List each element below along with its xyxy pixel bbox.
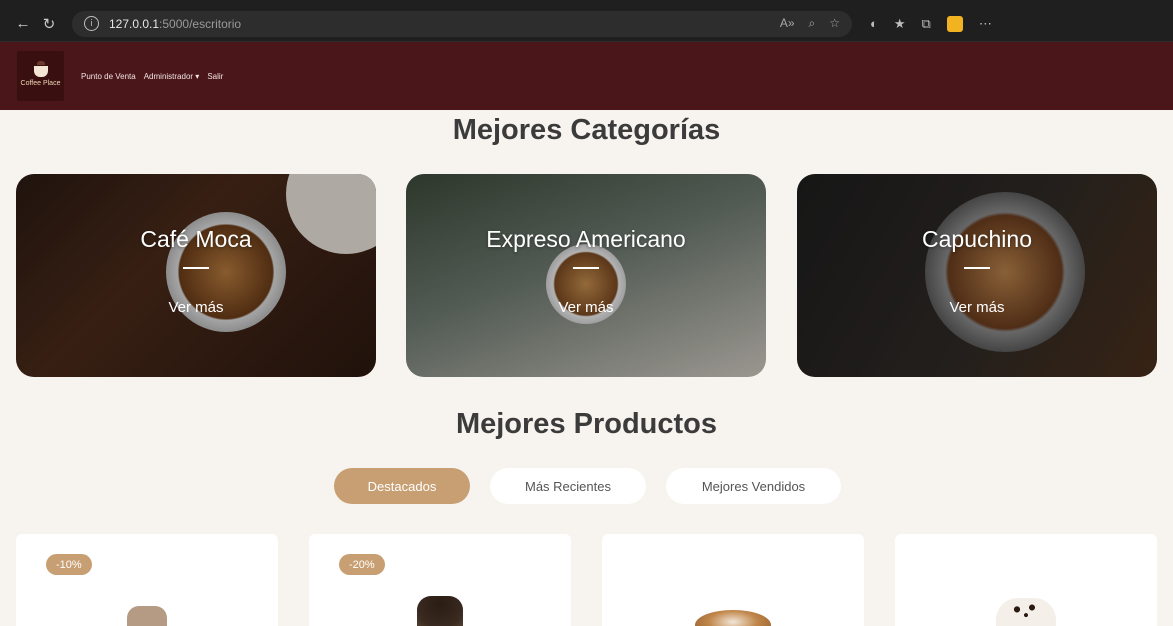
product-image [417,596,463,626]
more-options-icon[interactable]: ⋯ [979,16,992,32]
collections-icon[interactable]: ⧉ [922,16,931,32]
address-bar[interactable]: i 127.0.0.1:5000/escritorio A» ⌕ ☆ [72,10,852,37]
product-image [127,606,167,626]
read-aloud-icon[interactable]: A» [780,16,795,31]
browser-toolbar: ← ↻ i 127.0.0.1:5000/escritorio A» ⌕ ☆ ◐… [0,0,1173,42]
product-card[interactable] [895,534,1157,626]
brand-logo[interactable]: Coffee Place [17,51,64,101]
category-card-cafe-moca[interactable]: Café Moca Ver más [16,174,376,377]
category-card-capuchino[interactable]: Capuchino Ver más [797,174,1157,377]
category-name: Capuchino [922,226,1032,252]
browser-extension-icon[interactable]: ◐ [870,16,878,31]
category-ver-mas-link[interactable]: Ver más [949,299,1004,316]
zoom-icon[interactable]: ⌕ [809,16,816,31]
nav-link-punto-de-venta[interactable]: Punto de Venta [81,72,136,81]
product-card[interactable]: -10% [16,534,278,626]
categories-title: Mejores Categorías [452,114,721,146]
category-divider [573,267,599,269]
discount-badge: -10% [46,554,92,575]
site-info-icon[interactable]: i [84,16,99,31]
filter-tab-mas-recientes[interactable]: Más Recientes [490,468,646,504]
product-image [996,598,1056,626]
products-title: Mejores Productos [455,408,718,440]
discount-badge: -20% [339,554,385,575]
filter-tab-mejores-vendidos[interactable]: Mejores Vendidos [666,468,841,504]
coffee-cup-icon [33,60,48,77]
extension-badge-icon[interactable] [946,15,963,32]
categories-grid: Café Moca Ver más Expreso Americano Ver … [16,174,1158,377]
category-card-expreso-americano[interactable]: Expreso Americano Ver más [406,174,766,377]
logo-text: Coffee Place [20,79,61,87]
product-filter-tabs: Destacados Más Recientes Mejores Vendido… [0,468,1173,504]
app-navbar: Coffee Place Punto de Venta Administrado… [0,42,1173,110]
category-ver-mas-link[interactable]: Ver más [168,299,223,316]
nav-link-salir[interactable]: Salir [207,72,223,81]
category-name: Expreso Americano [486,226,686,252]
filter-tab-destacados[interactable]: Destacados [334,468,470,504]
favorite-star-icon[interactable]: ☆ [829,16,840,31]
products-grid: -10% -20% [16,534,1158,626]
category-divider [964,267,990,269]
category-ver-mas-link[interactable]: Ver más [558,299,613,316]
product-card[interactable]: -20% [309,534,571,626]
url-host: 127.0.0.1 [109,16,160,31]
url-path: :5000/escritorio [159,16,242,31]
refresh-icon[interactable]: ↻ [36,15,62,33]
favorites-icon[interactable]: ★ [894,16,906,32]
back-arrow-icon[interactable]: ← [10,15,36,32]
product-image [695,610,771,626]
nav-links: Punto de Venta Administrador ▾ Salir [81,72,223,81]
category-divider [183,267,209,269]
nav-link-administrador[interactable]: Administrador ▾ [144,72,200,81]
category-name: Café Moca [140,226,252,252]
product-card[interactable] [602,534,864,626]
